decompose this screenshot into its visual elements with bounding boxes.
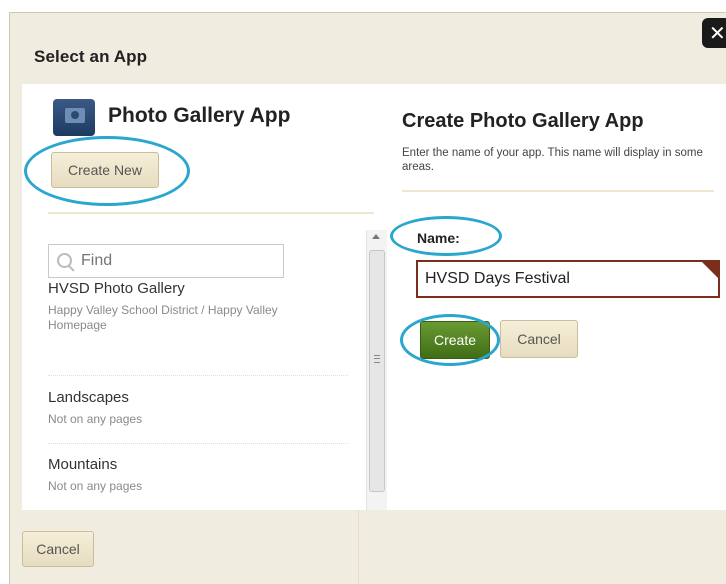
create-panel-title: Create Photo Gallery App	[402, 110, 644, 132]
scroll-up-icon[interactable]	[372, 234, 380, 239]
search-input[interactable]	[48, 244, 284, 278]
input-corner-marker	[702, 262, 718, 278]
scroll-thumb[interactable]	[369, 250, 385, 492]
list-item-title: HVSD Photo Gallery	[48, 280, 185, 297]
create-new-button[interactable]: Create New	[51, 152, 159, 188]
list-item-subtitle: Not on any pages	[48, 479, 143, 493]
list-item[interactable]: HVSD Photo Gallery Happy Valley School D…	[48, 280, 288, 333]
name-label: Name:	[417, 230, 460, 246]
list-item-title: Mountains	[48, 456, 118, 473]
app-name: Photo Gallery App	[108, 104, 291, 127]
list-scrollbar[interactable]	[366, 230, 387, 510]
create-panel-description: Enter the name of your app. This name wi…	[402, 147, 703, 173]
list-item-title: Landscapes	[48, 389, 129, 406]
footer-cancel-button[interactable]: Cancel	[22, 531, 94, 567]
divider	[402, 190, 714, 192]
list-separator	[48, 375, 348, 377]
cancel-button[interactable]: Cancel	[500, 320, 578, 358]
create-button[interactable]: Create	[420, 321, 490, 359]
dialog-title: Select an App	[34, 47, 148, 66]
list-item[interactable]: Landscapes Not on any pages	[48, 389, 288, 427]
close-icon[interactable]: ✕	[702, 18, 726, 48]
name-input[interactable]	[416, 260, 720, 298]
camera-icon	[53, 99, 95, 136]
footer-divider	[358, 510, 359, 584]
list-item-subtitle: Not on any pages	[48, 412, 143, 426]
list-item[interactable]: Mountains Not on any pages	[48, 456, 288, 494]
list-item-subtitle: Happy Valley School District / Happy Val…	[48, 303, 278, 332]
divider	[48, 212, 374, 214]
search-icon	[57, 253, 72, 268]
list-separator	[48, 443, 348, 445]
